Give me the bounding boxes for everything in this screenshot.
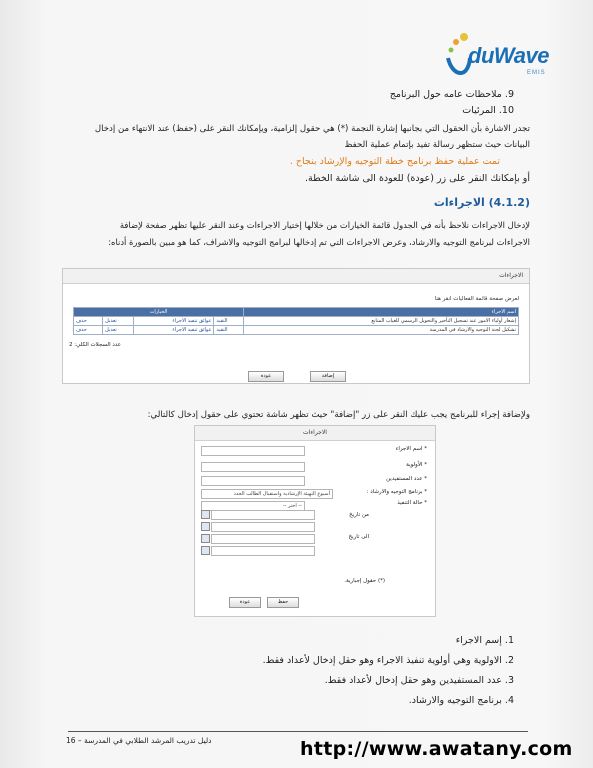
required-note: (*) حقول إجبارية. bbox=[344, 578, 385, 584]
header-name: اسم الاجراء bbox=[243, 307, 519, 317]
from-date-input[interactable] bbox=[211, 510, 315, 520]
note-line-2: البيانات حيث ستظهر رسالة تفيد بإتمام عمل… bbox=[344, 140, 530, 150]
row2-delete[interactable]: حذف bbox=[72, 325, 104, 335]
list-item: 4. برنامج التوجيه والارشاد. bbox=[408, 695, 514, 706]
item-10: 10. المرئيات bbox=[462, 105, 514, 116]
label-status: * حالة التنفيذ bbox=[397, 500, 427, 506]
records-count: عدد السجلات الكلي: 2 bbox=[69, 342, 121, 348]
row1-commit[interactable]: التقيد bbox=[213, 316, 244, 326]
item-9: 9. ملاحظات عامه حول البرنامج bbox=[389, 89, 514, 100]
row2-obstacles[interactable]: عوائق تنفيذ الاجراء bbox=[132, 325, 215, 335]
calendar-icon[interactable] bbox=[201, 546, 210, 555]
section-intro-1: لإدخال الاجراءات نلاحظ بأنه في الجدول قا… bbox=[119, 220, 530, 230]
back-instruction: أو بإمكانك النقر على زر (عودة) للعودة ال… bbox=[304, 173, 530, 184]
footer-text: دليل تدريب المرشد الطلابي في المدرسة – 1… bbox=[66, 736, 212, 745]
footer-divider bbox=[68, 731, 528, 732]
shot2-titlebar: الاجراءات bbox=[195, 426, 435, 441]
row2-commit[interactable]: التقيد bbox=[213, 325, 244, 335]
table-row: حذف تعديل عوائق تنفيذ الاجراء التقيد تشك… bbox=[72, 325, 519, 335]
procedures-table: الخيارات اسم الاجراء حذف تعديل عوائق تنف… bbox=[72, 307, 519, 335]
label-from-date: من تاريخ bbox=[349, 512, 369, 518]
name-input[interactable] bbox=[201, 446, 305, 456]
section-intro-2: الاجراءات لبرنامج التوجيه والارشاد، وعرض… bbox=[108, 237, 530, 247]
priority-input[interactable] bbox=[201, 462, 305, 472]
calendar-icon[interactable] bbox=[201, 510, 210, 519]
beneficiaries-input[interactable] bbox=[201, 476, 305, 486]
document-page: duWave EMIS 9. ملاحظات عامه حول البرنامج… bbox=[0, 0, 593, 768]
label-beneficiaries: * عدد المستفيدين bbox=[386, 476, 427, 482]
row1-obstacles[interactable]: عوائق تنفيذ الاجراء bbox=[132, 316, 215, 326]
add-procedure-form-screenshot: الاجراءات * اسم الاجراء * الأولوية * عدد… bbox=[194, 425, 436, 617]
note-line-1: تجدر الاشارة بأن الحقول التي بجانبها إشا… bbox=[94, 124, 530, 134]
save-button[interactable]: حفظ bbox=[267, 597, 299, 608]
add-button[interactable]: إضافة bbox=[310, 371, 346, 382]
section-heading: (4.1.2) الاجراءات bbox=[433, 196, 530, 209]
label-name: * اسم الاجراء bbox=[395, 446, 427, 452]
to-date-input[interactable] bbox=[211, 534, 315, 544]
list-item: 1. إسم الاجراء bbox=[455, 635, 514, 646]
success-message: تمت عملية حفظ برنامج خطة التوجيه والإرشا… bbox=[289, 156, 500, 167]
table-header-row: الخيارات اسم الاجراء bbox=[73, 307, 519, 317]
row2-name: تشكيل لجنة التوجيه والارشاد في المدرسة bbox=[243, 325, 519, 335]
row2-edit[interactable]: تعديل bbox=[102, 325, 134, 335]
back-button[interactable]: عودة bbox=[248, 371, 284, 382]
logo-sub: EMIS bbox=[527, 70, 546, 76]
to-time-input[interactable] bbox=[211, 546, 315, 556]
list-item: 2. الاولوية وهي أولوية تنفيذ الاجراء وهو… bbox=[262, 655, 514, 666]
program-select[interactable]: أسبوع التهيئة الإرشادية واستقبال الطالب … bbox=[201, 489, 333, 499]
list-item: 3. عدد المستفيدين وهو حقل إدخال لأعداد ف… bbox=[324, 675, 514, 686]
calendar-icon[interactable] bbox=[201, 522, 210, 531]
watermark-url: http://www.awatany.com bbox=[300, 738, 573, 760]
shot1-titlebar: الاجراءات bbox=[63, 269, 529, 284]
label-to-date: الى تاريخ bbox=[348, 534, 369, 540]
row1-delete[interactable]: حذف bbox=[72, 316, 104, 326]
header-options: الخيارات bbox=[73, 307, 244, 317]
from-time-input[interactable] bbox=[211, 522, 315, 532]
row1-name: إشعار أولياء الامور عند تسجيل التأخير وا… bbox=[243, 316, 519, 326]
form-back-button[interactable]: عودة bbox=[229, 597, 261, 608]
logo-brand: duWave bbox=[468, 43, 549, 68]
calendar-icon[interactable] bbox=[201, 534, 210, 543]
label-priority: * الأولوية bbox=[406, 462, 427, 468]
label-program: * برنامج التوجيه والارشاد : bbox=[366, 489, 427, 495]
add-instruction: ولإضافة إجراء للبرنامج يجب عليك النقر عل… bbox=[147, 410, 530, 420]
table-row: حذف تعديل عوائق تنفيذ الاجراء التقيد إشع… bbox=[72, 316, 519, 326]
procedures-list-screenshot: الاجراءات لعرض صفحة قائمة الفعاليات انقر… bbox=[62, 268, 530, 384]
row1-edit[interactable]: تعديل bbox=[102, 316, 134, 326]
shot1-subtitle: لعرض صفحة قائمة الفعاليات انقر هنا bbox=[434, 296, 519, 302]
